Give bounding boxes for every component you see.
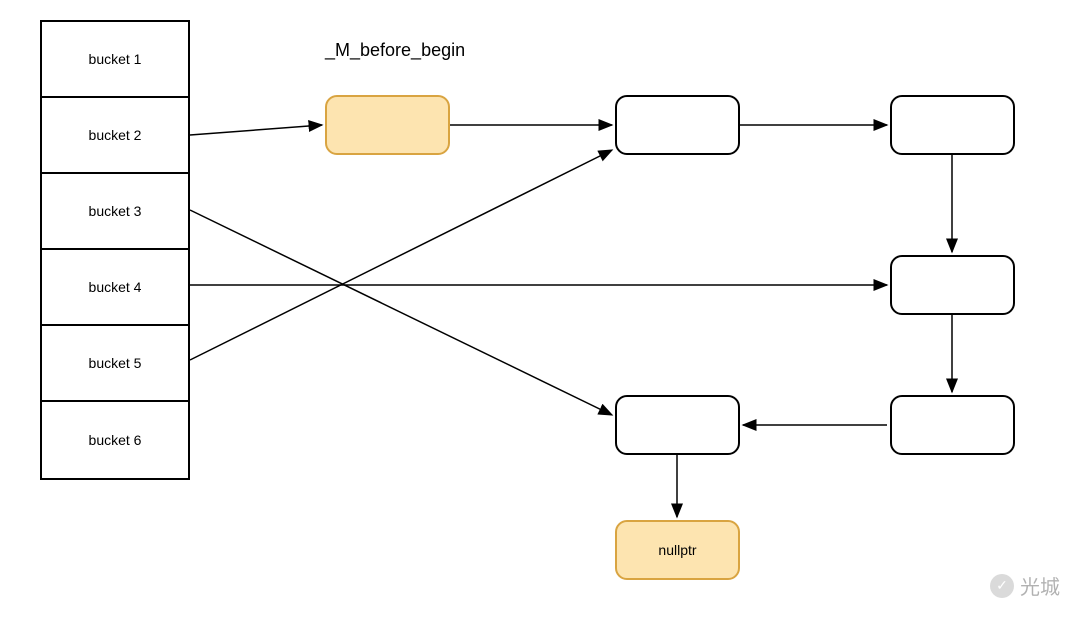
node-before-begin bbox=[325, 95, 450, 155]
bucket-array: bucket 1 bucket 2 bucket 3 bucket 4 buck… bbox=[40, 20, 190, 480]
bucket-cell-1: bucket 1 bbox=[42, 22, 188, 98]
bucket-cell-6: bucket 6 bbox=[42, 402, 188, 478]
watermark: ✓ 光城 bbox=[990, 571, 1060, 600]
wechat-icon: ✓ bbox=[990, 574, 1014, 598]
bucket-cell-4: bucket 4 bbox=[42, 250, 188, 326]
before-begin-label: _M_before_begin bbox=[325, 40, 465, 61]
arrow-bucket5-to-node1 bbox=[190, 150, 612, 360]
node-5 bbox=[615, 395, 740, 455]
bucket-cell-5: bucket 5 bbox=[42, 326, 188, 402]
arrow-bucket2-to-beforebegin bbox=[190, 125, 322, 135]
watermark-text: 光城 bbox=[1020, 571, 1060, 600]
node-4 bbox=[890, 395, 1015, 455]
arrow-bucket3-to-node5 bbox=[190, 210, 612, 415]
node-nullptr: nullptr bbox=[615, 520, 740, 580]
node-1 bbox=[615, 95, 740, 155]
bucket-cell-2: bucket 2 bbox=[42, 98, 188, 174]
node-2 bbox=[890, 95, 1015, 155]
bucket-cell-3: bucket 3 bbox=[42, 174, 188, 250]
node-3 bbox=[890, 255, 1015, 315]
